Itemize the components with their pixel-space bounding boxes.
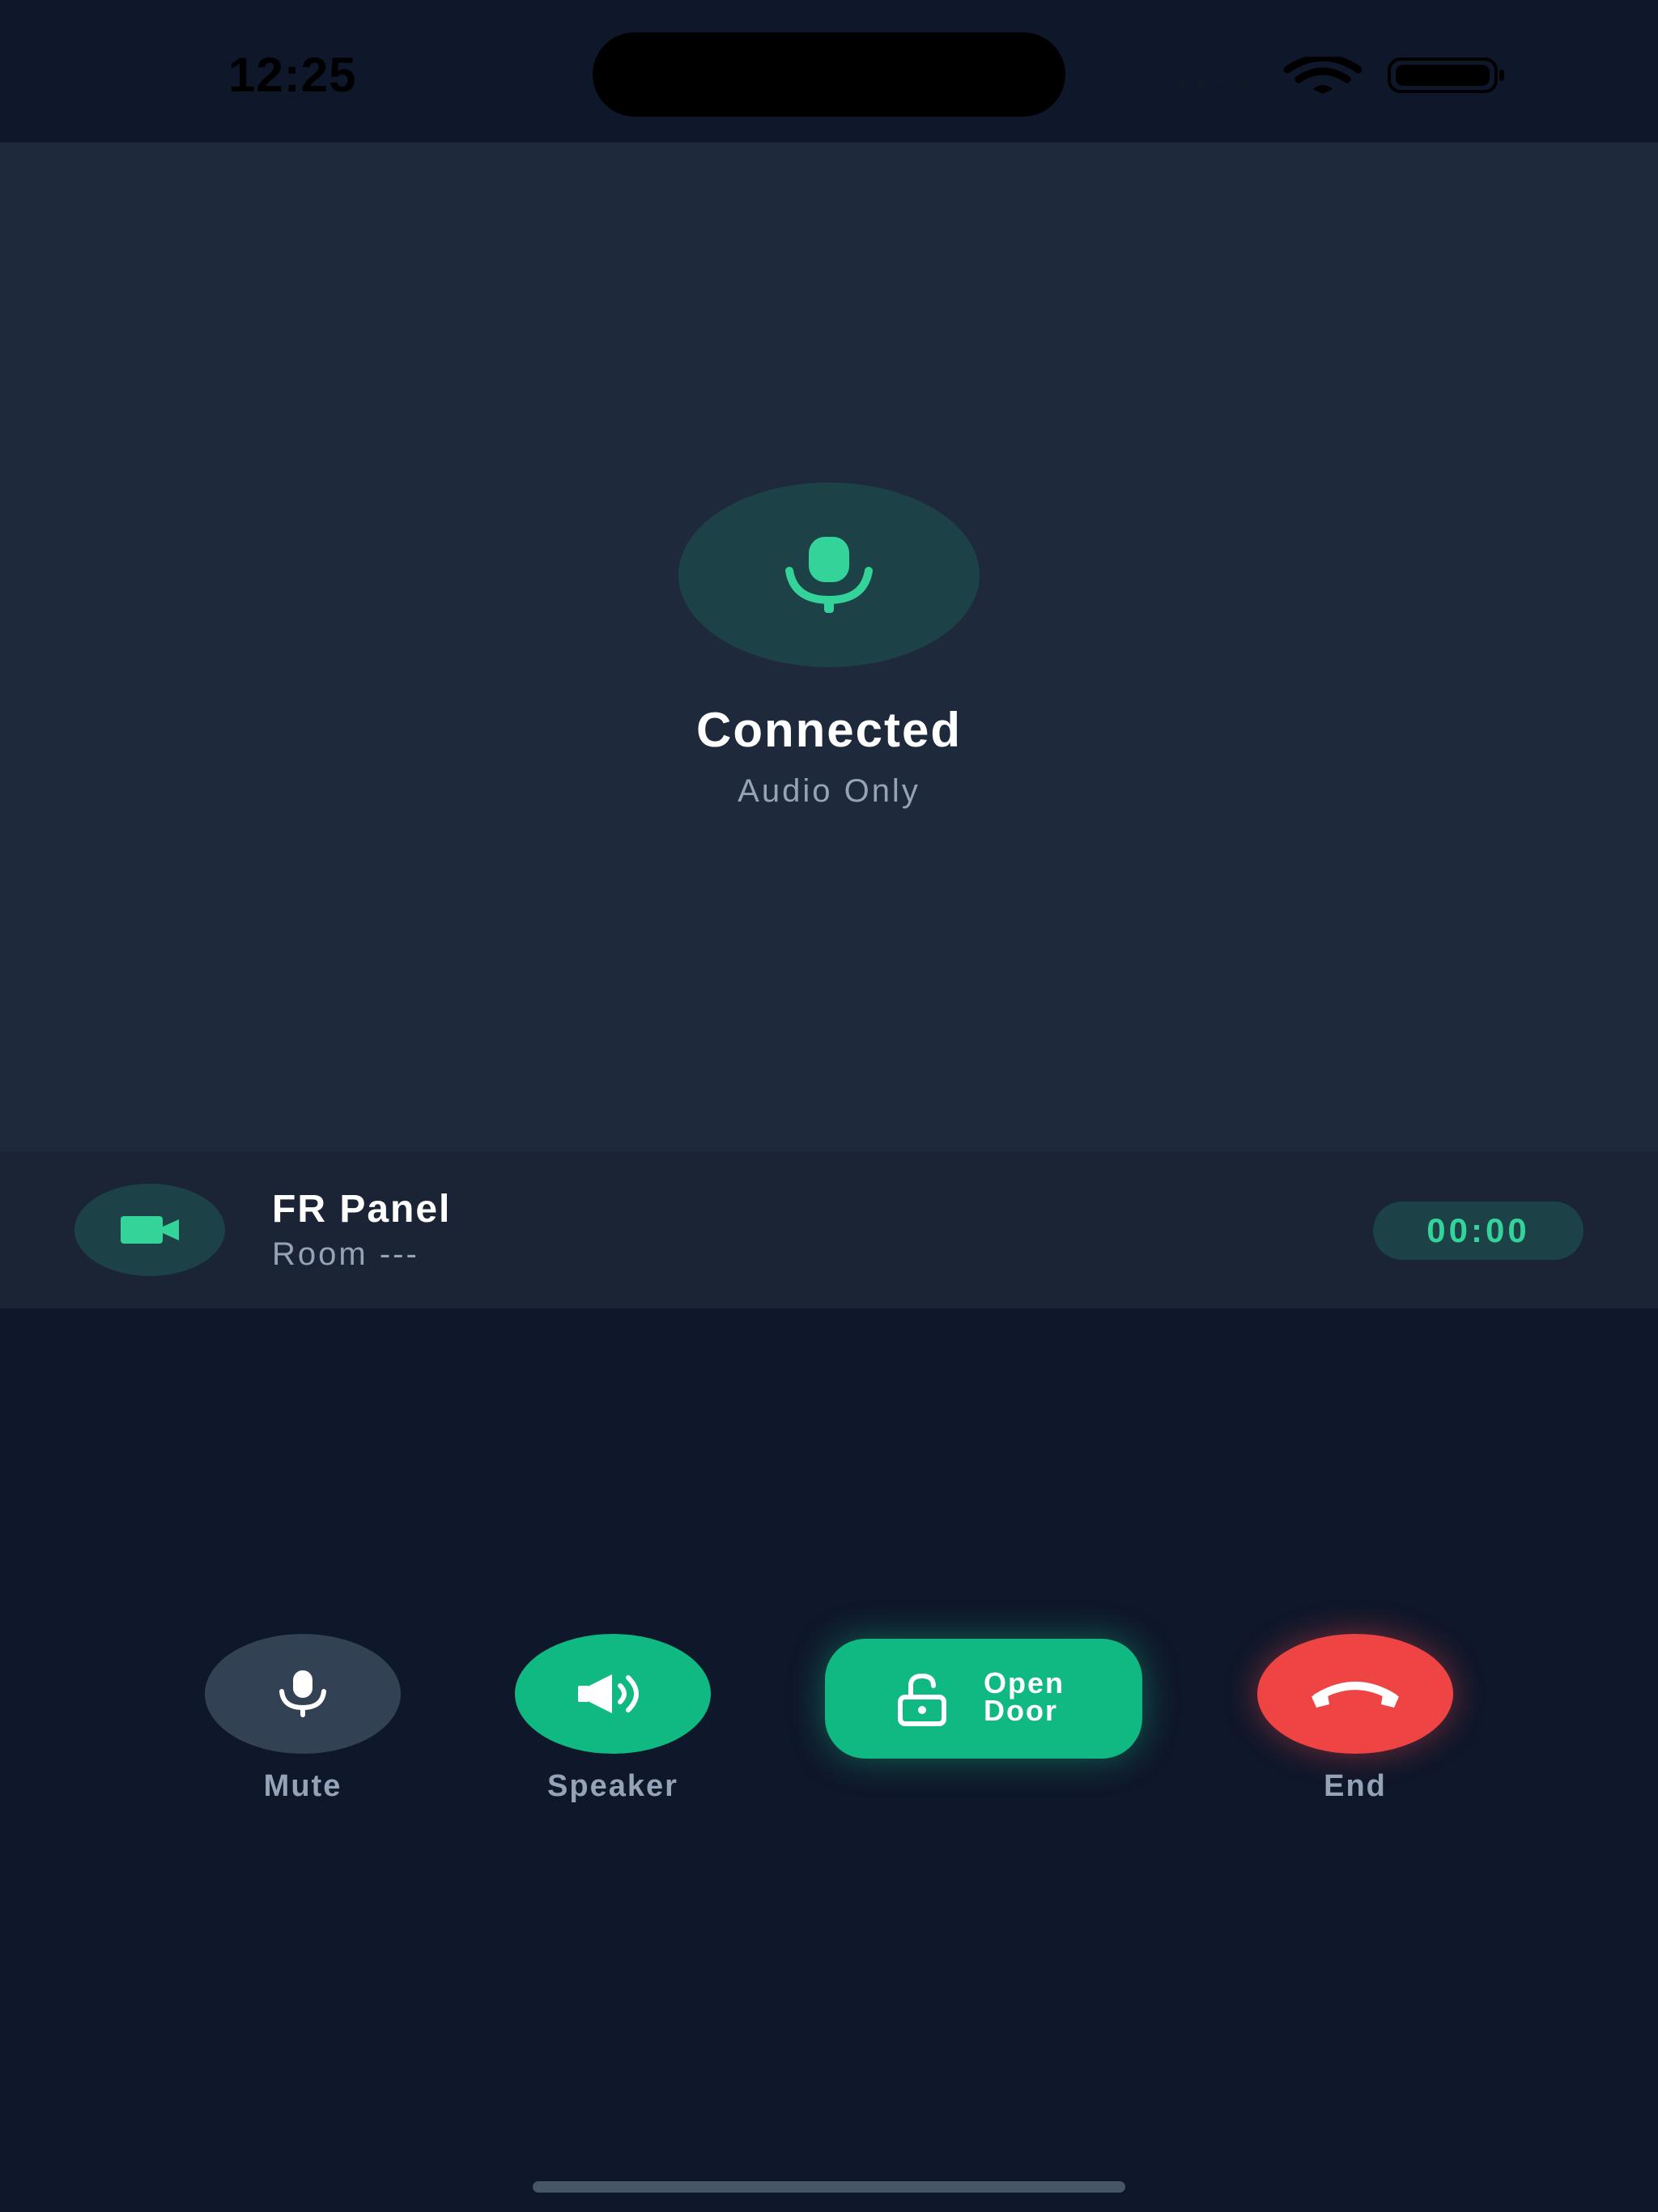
end-call-control: End — [1257, 1634, 1453, 1803]
status-time: 12:25 — [228, 48, 357, 102]
call-mode-indicator — [678, 483, 980, 667]
end-label: End — [1324, 1769, 1387, 1803]
call-status-area: Connected Audio Only — [0, 143, 1658, 1151]
video-camera-icon — [121, 1216, 179, 1244]
open-door-label-line1: Open — [984, 1666, 1065, 1699]
call-screen: 12:25 Connected Audio Only FR Panel Room… — [0, 0, 1658, 2212]
unlock-icon — [898, 1673, 946, 1726]
mute-label: Mute — [263, 1769, 342, 1803]
open-door-button[interactable]: Open Door — [825, 1639, 1142, 1759]
status-bar: 12:25 — [0, 0, 1658, 143]
room-label: Room --- — [272, 1236, 419, 1272]
call-timer: 00:00 — [1373, 1202, 1584, 1260]
speaker-button[interactable] — [515, 1634, 711, 1754]
mute-control: Mute — [205, 1634, 401, 1803]
speaker-label: Speaker — [547, 1769, 678, 1803]
home-indicator[interactable] — [533, 2181, 1125, 2193]
dynamic-island — [593, 32, 1065, 117]
open-door-label: Open Door — [984, 1666, 1065, 1727]
wifi-icon — [1284, 57, 1362, 94]
open-door-label-line2: Door — [984, 1694, 1058, 1727]
microphone-icon — [279, 1670, 326, 1717]
panel-avatar — [74, 1184, 225, 1276]
cellular-signal-icon — [1175, 78, 1256, 92]
phone-hangup-icon — [1312, 1682, 1399, 1708]
speaker-icon — [578, 1674, 639, 1713]
call-mode-label: Audio Only — [738, 773, 920, 809]
speaker-control: Speaker — [515, 1634, 711, 1803]
panel-info-bar: FR Panel Room --- 00:00 — [0, 1151, 1658, 1308]
end-call-button[interactable] — [1257, 1634, 1453, 1754]
microphone-icon — [785, 537, 873, 613]
mute-button[interactable] — [205, 1634, 401, 1754]
call-status-title: Connected — [695, 703, 963, 757]
panel-name: FR Panel — [272, 1188, 452, 1231]
battery-icon — [1388, 57, 1504, 93]
